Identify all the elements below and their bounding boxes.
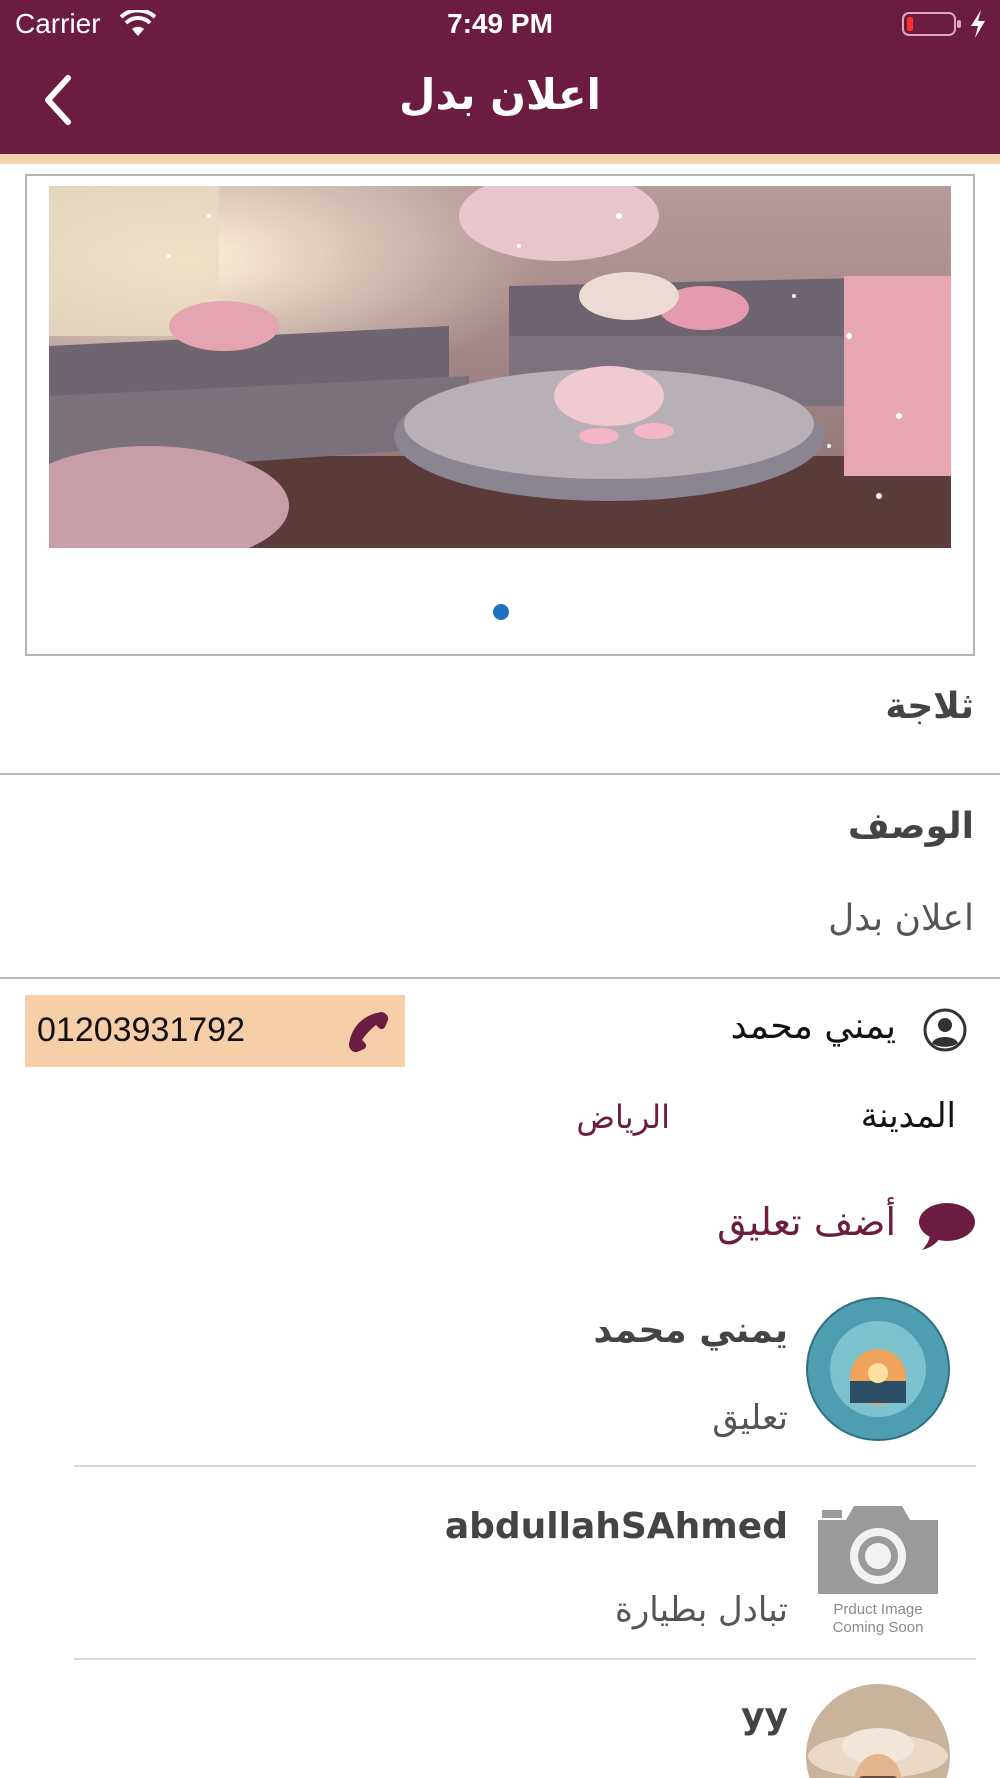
woman-hat-photo <box>806 1684 950 1778</box>
comment-item: Prduct Image Coming Soon abdullahSAhmed … <box>0 1492 1000 1662</box>
owner-name: يمني محمد <box>730 1006 896 1047</box>
speech-bubble-icon[interactable] <box>914 1200 976 1254</box>
comment-item: يمني محمد تعليق <box>0 1296 1000 1466</box>
city-label: المدينة <box>860 1096 956 1136</box>
product-image[interactable] <box>49 186 951 548</box>
camera-placeholder-icon: Prduct Image Coming Soon <box>806 1496 950 1640</box>
section-divider <box>0 977 1000 979</box>
comment-text: تعليق <box>712 1398 788 1438</box>
description-text: اعلان بدل <box>828 898 974 939</box>
comment-author: yy <box>741 1696 788 1737</box>
ocean-wave-photo <box>806 1297 950 1441</box>
navigation-bar: اعلان بدل <box>0 50 1000 154</box>
comment-author: يمني محمد <box>593 1310 788 1351</box>
living-room-photo <box>49 186 951 548</box>
comment-divider <box>74 1465 976 1467</box>
add-comment-button[interactable]: أضف تعليق <box>717 1200 896 1244</box>
page-indicator-dot[interactable] <box>493 604 509 620</box>
comment-author: abdullahSAhmed <box>444 1506 788 1547</box>
avatar <box>806 1297 950 1441</box>
status-time: 7:49 PM <box>447 8 553 39</box>
phone-icon <box>349 1012 389 1053</box>
nav-accent-strip <box>0 154 1000 164</box>
avatar <box>806 1684 950 1778</box>
product-title: ثلاجة <box>885 686 974 727</box>
page-title: اعلان بدل <box>399 70 601 119</box>
battery-icon <box>902 12 961 36</box>
comment-item: yy <box>0 1682 1000 1778</box>
charging-bolt-icon <box>971 10 985 38</box>
section-divider <box>0 773 1000 775</box>
placeholder-caption: Prduct Image <box>833 1601 923 1618</box>
call-button[interactable]: 01203931792 <box>25 995 405 1067</box>
description-heading: الوصف <box>847 806 974 847</box>
user-icon <box>923 1008 967 1052</box>
city-value: الرياض <box>576 1098 670 1136</box>
status-bar: Carrier 7:49 PM <box>0 0 1000 50</box>
placeholder-caption: Coming Soon <box>832 1619 924 1636</box>
image-carousel[interactable] <box>25 174 975 656</box>
phone-number: 01203931792 <box>37 1011 246 1049</box>
comment-text: تبادل بطيارة <box>615 1590 788 1630</box>
comment-divider <box>74 1658 976 1660</box>
